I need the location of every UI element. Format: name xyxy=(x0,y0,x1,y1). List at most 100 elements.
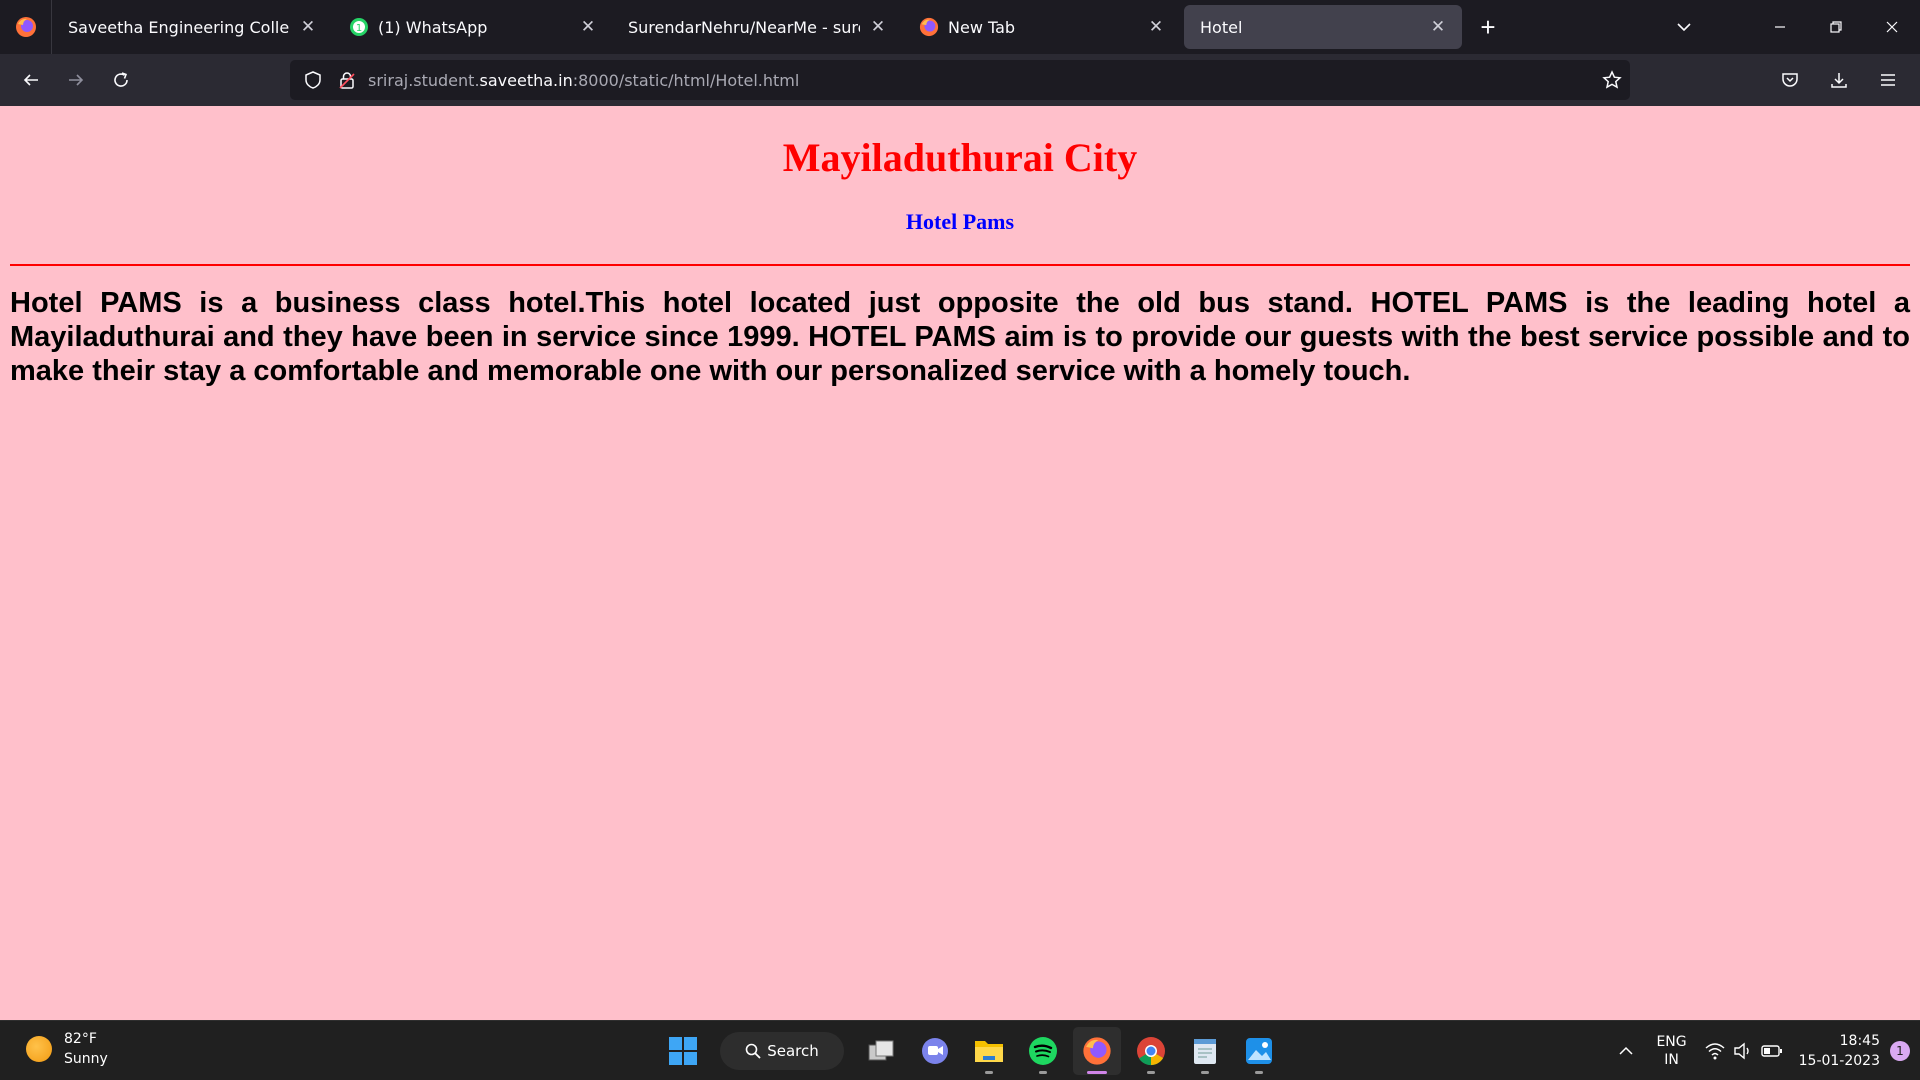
reload-button[interactable] xyxy=(98,60,143,100)
tab-strip: Saveetha Engineering College ✕ 1 (1) Wha… xyxy=(0,0,1920,54)
address-bar[interactable]: sriraj.student.saveetha.in:8000/static/h… xyxy=(290,60,1630,100)
close-icon[interactable]: ✕ xyxy=(1146,17,1166,37)
tab-whatsapp[interactable]: 1 (1) WhatsApp ✕ xyxy=(332,5,612,49)
file-explorer-button[interactable] xyxy=(965,1027,1013,1075)
chevron-up-icon xyxy=(1619,1046,1633,1055)
taskbar: 82°F Sunny Search ENG IN 18:45 15-01-202… xyxy=(0,1020,1920,1080)
active-indicator xyxy=(1087,1071,1107,1074)
lang-line2: IN xyxy=(1664,1052,1679,1068)
teams-chat-icon xyxy=(922,1038,948,1064)
running-indicator xyxy=(1147,1071,1155,1074)
photos-button[interactable] xyxy=(1235,1027,1283,1075)
notepad-icon xyxy=(1194,1039,1216,1064)
volume-icon xyxy=(1733,1042,1749,1060)
tab-new-tab[interactable]: New Tab ✕ xyxy=(902,5,1180,49)
firefox-taskbar-button[interactable] xyxy=(1073,1027,1121,1075)
firefox-view-button[interactable] xyxy=(0,0,52,54)
weather-widget[interactable]: 82°F Sunny xyxy=(26,1029,108,1069)
minimize-icon xyxy=(1775,26,1785,28)
folder-icon xyxy=(975,1041,1003,1062)
photos-icon xyxy=(1246,1038,1272,1064)
pocket-button[interactable] xyxy=(1767,60,1812,100)
toolbar-right xyxy=(1767,60,1910,100)
minimize-button[interactable] xyxy=(1752,0,1808,54)
page-subtitle: Hotel Pams xyxy=(905,209,1015,234)
tab-title: Saveetha Engineering College xyxy=(68,17,290,37)
url-path: :8000/static/html/Hotel.html xyxy=(572,70,800,90)
battery-icon xyxy=(1760,1045,1782,1057)
download-icon xyxy=(1830,73,1847,88)
arrow-right-icon xyxy=(68,74,83,86)
url-host: saveetha.in xyxy=(479,70,573,90)
show-hidden-icons-button[interactable] xyxy=(1606,1043,1646,1059)
firefox-icon xyxy=(1083,1037,1111,1065)
forward-button[interactable] xyxy=(53,60,98,100)
close-icon[interactable]: ✕ xyxy=(868,17,888,37)
bookmark-button[interactable] xyxy=(1602,60,1622,100)
notification-badge[interactable]: 1 xyxy=(1890,1041,1910,1061)
restore-icon xyxy=(1830,21,1842,33)
firefox-icon xyxy=(15,17,36,37)
system-tray: ENG IN 18:45 15-01-2023 1 xyxy=(1606,1021,1920,1080)
sun-icon xyxy=(26,1036,52,1062)
notepad-button[interactable] xyxy=(1181,1027,1229,1075)
svg-text:1: 1 xyxy=(356,23,362,34)
close-icon[interactable]: ✕ xyxy=(1428,17,1448,37)
clock[interactable]: 18:45 15-01-2023 xyxy=(1799,1031,1880,1071)
taskbar-search[interactable]: Search xyxy=(720,1032,844,1070)
task-view-icon xyxy=(868,1040,894,1061)
downloads-button[interactable] xyxy=(1816,60,1861,100)
tab-title: SurendarNehru/NearMe - surendar xyxy=(628,17,860,37)
app-menu-button[interactable] xyxy=(1865,60,1910,100)
reload-icon xyxy=(113,72,128,87)
web-page: Mayiladuthurai City Hotel Pams Hotel PAM… xyxy=(0,106,1920,1020)
chrome-icon xyxy=(1137,1037,1165,1066)
hotel-description: Hotel PAMS is a business class hotel.Thi… xyxy=(10,287,1910,387)
url-prefix: sriraj.student. xyxy=(368,70,480,90)
running-indicator xyxy=(1039,1071,1047,1074)
insecure-lock-icon xyxy=(339,72,355,89)
divider xyxy=(10,264,1910,266)
weather-text: 82°F Sunny xyxy=(64,1029,108,1069)
whatsapp-icon: 1 xyxy=(348,16,370,38)
tab-title: New Tab xyxy=(948,17,1016,37)
close-window-button[interactable] xyxy=(1864,0,1920,54)
tracking-protection-button[interactable] xyxy=(296,60,330,100)
page-title: Mayiladuthurai City xyxy=(782,135,1138,180)
spotify-button[interactable] xyxy=(1019,1027,1067,1075)
tab-saveetha[interactable]: Saveetha Engineering College ✕ xyxy=(52,5,332,49)
url-text[interactable]: sriraj.student.saveetha.in:8000/static/h… xyxy=(368,71,799,90)
quick-settings-button[interactable] xyxy=(1705,1042,1783,1060)
running-indicator xyxy=(1201,1071,1209,1074)
firefox-icon xyxy=(918,16,940,38)
language-indicator[interactable]: ENG IN xyxy=(1656,1033,1686,1069)
spotify-icon xyxy=(1029,1037,1057,1065)
restore-button[interactable] xyxy=(1808,0,1864,54)
chrome-button[interactable] xyxy=(1127,1027,1175,1075)
close-icon xyxy=(1886,21,1898,33)
back-button[interactable] xyxy=(8,60,53,100)
task-view-button[interactable] xyxy=(857,1027,905,1075)
lang-line1: ENG xyxy=(1656,1034,1687,1050)
close-icon[interactable]: ✕ xyxy=(298,17,318,37)
list-all-tabs-button[interactable] xyxy=(1656,0,1712,54)
wifi-icon xyxy=(1705,1043,1725,1060)
site-info-button[interactable] xyxy=(330,60,364,100)
shield-icon xyxy=(305,71,321,89)
hamburger-menu-icon xyxy=(1880,74,1895,86)
arrow-left-icon xyxy=(23,74,38,86)
weather-temp: 82°F xyxy=(64,1031,97,1047)
tab-hotel[interactable]: Hotel ✕ xyxy=(1184,5,1462,49)
tab-title: Hotel xyxy=(1200,17,1243,37)
clock-time: 18:45 xyxy=(1839,1033,1880,1049)
new-tab-button[interactable]: + xyxy=(1468,7,1508,47)
clock-date: 15-01-2023 xyxy=(1798,1053,1880,1069)
teams-chat-button[interactable] xyxy=(911,1027,959,1075)
tab-github[interactable]: SurendarNehru/NearMe - surendar ✕ xyxy=(612,5,902,49)
running-indicator xyxy=(985,1071,993,1074)
start-button[interactable] xyxy=(659,1027,707,1075)
close-icon[interactable]: ✕ xyxy=(578,17,598,37)
star-icon xyxy=(1602,70,1622,89)
pocket-icon xyxy=(1781,73,1798,87)
window-controls xyxy=(1656,0,1920,54)
